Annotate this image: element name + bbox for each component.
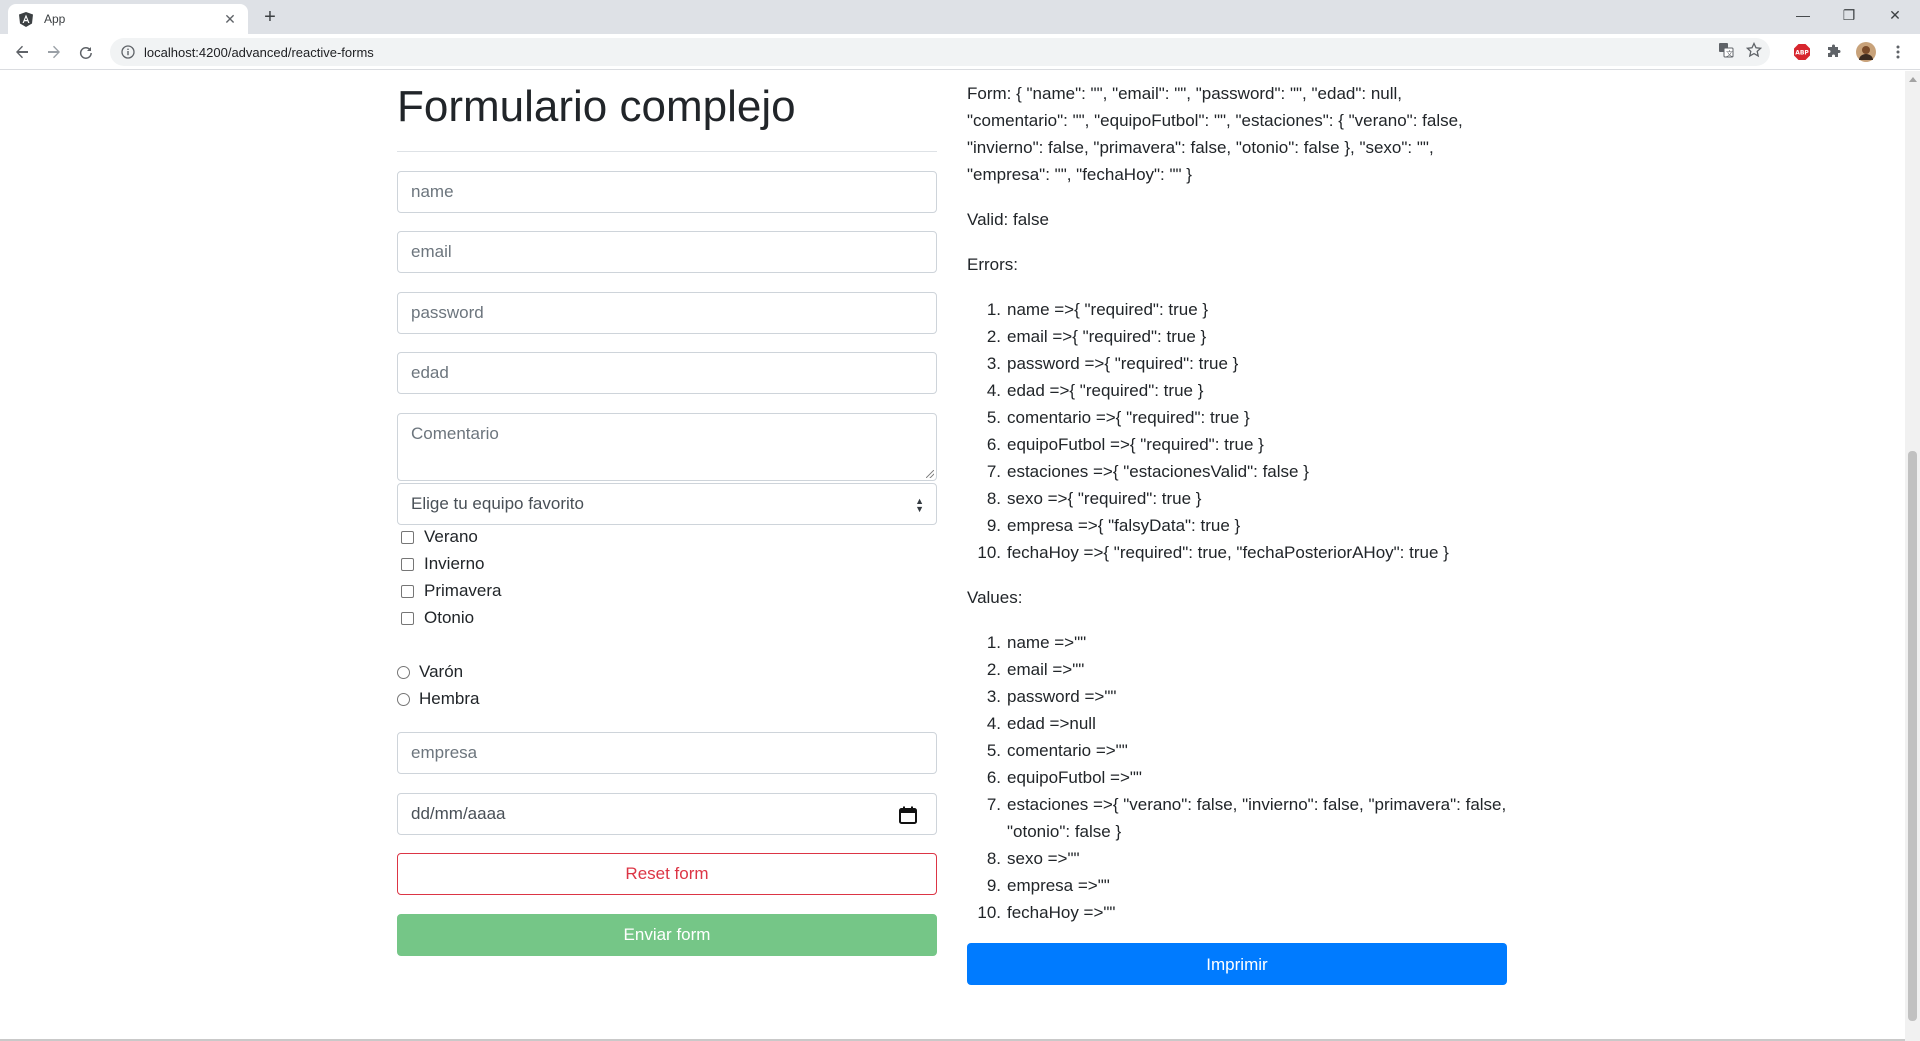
close-window-button[interactable]: ✕ (1872, 0, 1918, 30)
list-item: 7. estaciones =>{ "estacionesValid": fals… (986, 462, 1309, 481)
radio-circle[interactable] (397, 692, 410, 706)
new-tab-button[interactable]: + (258, 6, 282, 30)
list-item: 9. empresa =>"" (986, 876, 1110, 895)
equipo-futbol-select[interactable]: Elige tu equipo favorito ▲ ▼ (397, 483, 937, 525)
page-viewport: Formulario complejo name email password … (0, 71, 1905, 1041)
reload-icon[interactable] (72, 38, 100, 66)
print-button[interactable]: Imprimir (967, 943, 1507, 985)
site-info-icon[interactable] (120, 44, 136, 60)
page-title: Formulario complejo (397, 82, 796, 131)
page-scrollbar[interactable] (1905, 71, 1920, 1041)
browser-toolbar: localhost:4200/advanced/reactive-forms 文… (0, 34, 1920, 70)
checkbox-label: Primavera (424, 581, 502, 600)
list-item: 5. comentario =>{ "required": true } (986, 408, 1250, 427)
reset-form-button[interactable]: Reset form (397, 853, 937, 895)
scroll-up-arrow-icon[interactable] (1909, 77, 1917, 82)
list-item: 1. name =>{ "required": true } (986, 300, 1209, 319)
calendar-icon[interactable] (898, 805, 918, 825)
empresa-placeholder: empresa (411, 743, 478, 762)
empresa-input[interactable]: empresa (397, 732, 937, 774)
checkbox-box[interactable] (401, 530, 414, 544)
errors-heading: Errors: (967, 255, 1018, 274)
name-input[interactable]: name (397, 171, 937, 213)
forward-icon[interactable] (40, 38, 68, 66)
select-arrows-icon: ▲ ▼ (915, 496, 924, 514)
comentario-placeholder: Comentario (411, 424, 499, 443)
select-value: Elige tu equipo favorito (411, 494, 584, 513)
list-item: 3. password =>{ "required": true } (986, 354, 1239, 373)
errors-list: 1. name =>{ "required": true } 2. email =>… (967, 296, 1507, 566)
list-item: 2. email =>"" (986, 660, 1085, 679)
title-divider (397, 151, 937, 152)
browser-menu-icon[interactable] (1886, 40, 1910, 64)
list-item: 4. edad =>null (986, 714, 1096, 733)
list-item: 8. sexo =>{ "required": true } (986, 489, 1202, 508)
values-heading: Values: (967, 588, 1023, 607)
adblock-plus-icon[interactable]: ABP (1790, 40, 1814, 64)
url-text: localhost:4200/advanced/reactive-forms (144, 44, 374, 60)
list-item: 9. empresa =>{ "falsyData": true } (986, 516, 1241, 535)
checkbox-box[interactable] (401, 611, 414, 625)
checkbox-label: Invierno (424, 554, 485, 573)
restore-button[interactable]: ❐ (1826, 0, 1872, 30)
address-bar[interactable]: localhost:4200/advanced/reactive-forms 文 (110, 38, 1770, 66)
edad-input[interactable]: edad (397, 352, 937, 394)
list-item: 10. fechaHoy =>{ "required": true, "fecha… (977, 543, 1449, 562)
edad-placeholder: edad (411, 363, 449, 382)
radio-label: Hembra (419, 689, 480, 708)
checkbox-primavera[interactable]: Primavera (401, 581, 501, 601)
browser-tab[interactable]: App ✕ (8, 4, 248, 34)
checkbox-label: Otonio (424, 608, 475, 627)
list-item: 3. password =>"" (986, 687, 1117, 706)
tab-title: App (44, 12, 66, 26)
password-placeholder: password (411, 303, 484, 322)
bookmark-star-icon[interactable] (1745, 41, 1763, 63)
list-item: 10. fechaHoy =>"" (977, 903, 1116, 922)
radio-varon[interactable]: Varón (397, 662, 463, 682)
fecha-hoy-date-input[interactable]: dd/mm/aaaa (397, 793, 937, 835)
valid-status-text: Valid: false (967, 210, 1049, 229)
comentario-textarea[interactable]: Comentario (397, 413, 937, 481)
values-list: 1. name =>"" 2. email =>"" 3. password =>""… (967, 629, 1507, 926)
minimize-button[interactable]: — (1780, 0, 1826, 30)
profile-avatar[interactable] (1854, 40, 1878, 64)
checkbox-otonio[interactable]: Otonio (401, 608, 474, 628)
radio-label: Varón (419, 662, 464, 681)
tab-strip: App ✕ + — ❐ ✕ (0, 0, 1920, 34)
list-item: 7. estaciones =>{ "verano": false, "invie… (986, 795, 1507, 841)
adblock-label: ABP (1795, 50, 1809, 57)
form-json-text: Form: { "name": "", "email": "", "passwo… (967, 84, 1463, 184)
back-icon[interactable] (8, 38, 36, 66)
date-placeholder: dd/mm/aaaa (411, 804, 506, 823)
resize-grip-icon[interactable] (926, 470, 934, 478)
email-placeholder: email (411, 242, 452, 261)
name-placeholder: name (411, 182, 454, 201)
checkbox-label: Verano (424, 527, 478, 546)
tab-close-icon[interactable]: ✕ (222, 11, 238, 28)
svg-text:文: 文 (1726, 49, 1733, 58)
checkbox-box[interactable] (401, 557, 414, 571)
extensions-puzzle-icon[interactable] (1822, 40, 1846, 64)
list-item: 4. edad =>{ "required": true } (986, 381, 1204, 400)
list-item: 8. sexo =>"" (986, 849, 1080, 868)
password-input[interactable]: password (397, 292, 937, 334)
list-item: 6. equipoFutbol =>"" (986, 768, 1142, 787)
translate-icon[interactable]: 文 (1718, 42, 1734, 63)
email-input[interactable]: email (397, 231, 937, 273)
angular-logo-icon (18, 11, 34, 27)
checkbox-invierno[interactable]: Invierno (401, 554, 484, 574)
scrollbar-thumb[interactable] (1908, 451, 1917, 1021)
list-item: 6. equipoFutbol =>{ "required": true } (986, 435, 1264, 454)
list-item: 2. email =>{ "required": true } (986, 327, 1207, 346)
list-item: 1. name =>"" (986, 633, 1087, 652)
radio-hembra[interactable]: Hembra (397, 689, 479, 709)
checkbox-verano[interactable]: Verano (401, 527, 478, 547)
checkbox-box[interactable] (401, 584, 414, 598)
submit-form-button[interactable]: Enviar form (397, 914, 937, 956)
radio-circle[interactable] (397, 665, 410, 679)
list-item: 5. comentario =>"" (986, 741, 1128, 760)
